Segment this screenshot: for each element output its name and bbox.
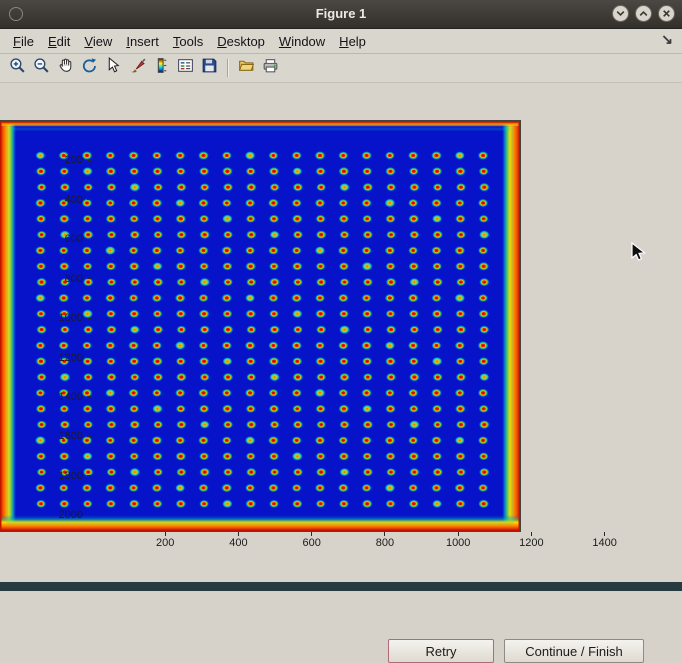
legend-icon [176,56,195,80]
minimize-button[interactable] [612,5,629,22]
colorbar-button[interactable] [150,57,173,80]
legend-button[interactable] [174,57,197,80]
menu-item-window[interactable]: Window [272,32,332,51]
menu-bar: FileEditViewInsertToolsDesktopWindowHelp… [0,29,682,54]
x-tick-label: 400 [229,537,247,549]
y-tick-label: 200 [65,154,83,166]
data-cursor-icon [104,56,123,80]
zoom-out-icon [32,56,51,80]
dock-figure-icon[interactable]: ↘ [661,31,673,48]
print-button[interactable] [259,57,282,80]
y-tick-label: 2000 [59,509,83,521]
y-tick-label: 1000 [59,312,83,324]
x-tick-mark [311,532,312,536]
y-tick-mark [87,357,91,358]
continue-finish-button[interactable]: Continue / Finish [504,639,644,663]
chevron-down-icon [613,6,628,21]
window-title: Figure 1 [0,0,682,28]
brush-icon [128,56,147,80]
menu-item-help[interactable]: Help [332,32,373,51]
rotate-3d-button[interactable] [78,57,101,80]
y-tick-label: 800 [65,273,83,285]
brush-button[interactable] [126,57,149,80]
x-tick-mark [384,532,385,536]
print-icon [261,56,280,80]
x-tick-label: 200 [156,537,174,549]
x-tick-label: 800 [376,537,394,549]
y-tick-mark [87,278,91,279]
x-tick-mark [238,532,239,536]
menu-bar-items: FileEditViewInsertToolsDesktopWindowHelp [6,32,373,51]
y-tick-mark [87,199,91,200]
toolbar-separator [227,59,229,77]
y-tick-mark [87,396,91,397]
open-folder-button[interactable] [235,57,258,80]
data-cursor-button[interactable] [102,57,125,80]
retry-button[interactable]: Retry [388,639,494,663]
open-folder-icon [237,56,256,80]
zoom-out-button[interactable] [30,57,53,80]
save-button[interactable] [198,57,221,80]
colorbar-icon [152,56,171,80]
menu-item-file[interactable]: File [6,32,41,51]
y-tick-label: 600 [65,233,83,245]
y-tick-mark [87,160,91,161]
menu-item-view[interactable]: View [77,32,119,51]
menu-item-desktop[interactable]: Desktop [210,32,272,51]
y-tick-mark [87,475,91,476]
pan-button[interactable] [54,57,77,80]
x-tick-label: 1400 [592,537,616,549]
y-tick-mark [87,239,91,240]
menu-item-tools[interactable]: Tools [166,32,210,51]
rotate-3d-icon [80,56,99,80]
close-button[interactable] [658,5,675,22]
x-tick-label: 1200 [519,537,543,549]
figure-canvas: 200 400 600 800 1000 1200 1400 200 400 600 800 1000… [0,83,682,582]
y-tick-label: 1200 [59,352,83,364]
window-bottom-strip [0,582,682,591]
zoom-in-button[interactable] [6,57,29,80]
y-tick-label: 1400 [59,391,83,403]
x-tick-label: 1000 [446,537,470,549]
chevron-up-icon [636,6,651,21]
y-tick-label: 1800 [59,470,83,482]
save-icon [200,56,219,80]
x-tick-mark [531,532,532,536]
toolbar [0,54,682,83]
close-icon [659,6,674,21]
menu-item-insert[interactable]: Insert [119,32,166,51]
y-tick-mark [87,436,91,437]
zoom-in-icon [8,56,27,80]
x-tick-mark [604,532,605,536]
x-tick-mark [165,532,166,536]
x-tick-label: 600 [303,537,321,549]
y-tick-mark [87,515,91,516]
y-tick-label: 400 [65,194,83,206]
maximize-button[interactable] [635,5,652,22]
titlebar[interactable]: Figure 1 [0,0,682,29]
window-controls [612,5,675,22]
y-tick-label: 1600 [59,430,83,442]
y-tick-mark [87,318,91,319]
menu-item-edit[interactable]: Edit [41,32,77,51]
x-tick-mark [458,532,459,536]
pan-icon [56,56,75,80]
